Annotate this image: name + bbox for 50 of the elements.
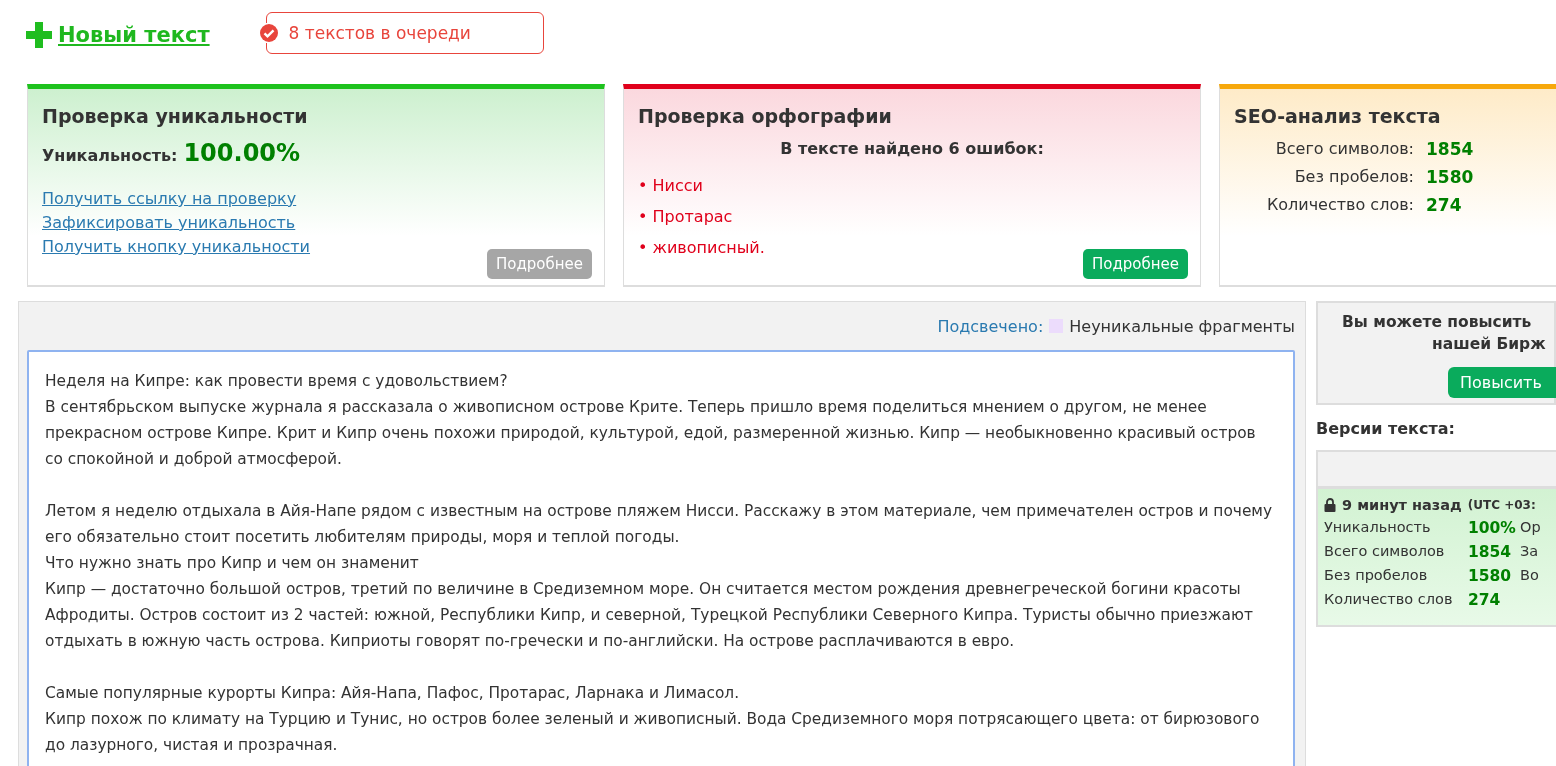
promo-text: Вы можете повысить	[1342, 312, 1532, 333]
stat-value: 1580	[1468, 567, 1513, 585]
stat-label: Всего символов	[1324, 543, 1446, 561]
text-paragraph: Летом я неделю отдыхала в Айя-Напе рядом с известным на острове пляжем Нисси. Расскажу в этом материале, чем примечателен остров и почему его обязательно стоит посетить любителям природы, моря и теплой погоды.	[45, 501, 1274, 548]
stat-value: 274	[1426, 195, 1463, 215]
error-summary: В тексте найдено 6 ошибок:	[779, 139, 1045, 158]
versions-title: Версии текста:	[1316, 419, 1456, 438]
version-time: 9 минут назад	[1342, 497, 1462, 513]
queue-text: 8 текстов в очереди	[288, 23, 471, 43]
details-button[interactable]: Подробнее	[1082, 249, 1188, 279]
stat-value: 100%	[1468, 519, 1517, 537]
version-entry[interactable]: 9 минут назад (UTC +03: Уникальность 100% Ор Всего символов 1854 За Без пробелов 1580 Во Количество слов 274	[1318, 489, 1556, 625]
card-title: Проверка орфографии	[638, 105, 893, 127]
stat-label: Без пробелов:	[1293, 167, 1414, 187]
stat-value: 274	[1468, 591, 1502, 609]
spelling-error[interactable]: • Протарас	[638, 201, 733, 232]
text-paragraph: Кипр — достаточно большой остров, третий по величине в Средиземном море. Он считается местом рождения древнегреческой богини красоты Афродиты. Остров состоит из 2 частей: южной, Республики Кипр, и северной, Турецкой Республики Северного Кипра. Туристы обычно приезжают отдыхать в южную часть острова. Киприоты говорят по-гречески и по-английски. На острове расплачиваются в евро.	[45, 579, 1254, 652]
stat-value: 1580	[1426, 167, 1475, 187]
action-link[interactable]: Зафиксировать уникальность	[42, 211, 296, 235]
stat-value: 1854	[1468, 543, 1513, 561]
stat-label: За	[1520, 543, 1540, 561]
uniqueness-label: Уникальность:	[42, 146, 178, 165]
timezone-text: (UTC +03:	[1467, 498, 1536, 512]
plus-icon	[24, 20, 54, 50]
text-paragraph: В сентябрьском выпуске журнала я рассказала о живописном острове Крите. Теперь пришло время поделиться мнением о другом, не менее прекрасном острове Кипре. Крит и Кипр очень похожи природой, культурой, едой, размеренной жизнью. Кипр — необыкновенно красивый остров со спокойной и доброй атмосферой.	[45, 397, 1257, 470]
stat-label: Количество слов	[1324, 591, 1454, 609]
stat-label: Ор	[1520, 519, 1542, 537]
stat-label: Количество слов:	[1265, 195, 1414, 215]
card-title: SEO-анализ текста	[1234, 105, 1442, 127]
text-paragraph: Неделя на Кипре: как провести время с удовольствием?	[45, 371, 509, 392]
legend-label: Подсвечено:	[937, 316, 1044, 336]
uniqueness-value: 100.00%	[183, 139, 301, 167]
stat-value: 1854	[1426, 139, 1475, 159]
new-text-link[interactable]: Новый текст	[58, 23, 210, 47]
stat-label: Всего символов:	[1274, 139, 1414, 159]
text-paragraph: Кипр похож по климату на Турцию и Тунис, но остров более зеленый и живописный. Вода Средиземного моря потрясающего цвета: от бирюзового до лазурного, чистая и прозрачная.	[45, 709, 1261, 756]
stat-label: Без пробелов	[1324, 567, 1429, 585]
action-link[interactable]: Получить ссылку на проверку	[42, 187, 297, 211]
raise-button[interactable]: Повысить	[1448, 367, 1556, 398]
spelling-error[interactable]: • живописный.	[638, 232, 765, 263]
card-title: Проверка уникальности	[42, 105, 309, 127]
legend-text: Неуникальные фрагменты	[1069, 316, 1295, 336]
text-editor[interactable]	[27, 350, 1295, 766]
text-paragraph: Самые популярные курорты Кипра: Айя-Напа, Пафос, Протарас, Ларнака и Лимасол.	[45, 683, 741, 704]
stat-label: Уникальность	[1324, 519, 1432, 537]
text-paragraph: Что нужно знать про Кипр и чем он знаменит	[45, 553, 420, 574]
promo-text: нашей Бирж	[1432, 334, 1546, 355]
spelling-error[interactable]: • Нисси	[638, 170, 703, 201]
stat-label: Во	[1520, 567, 1540, 585]
action-link[interactable]: Получить кнопку уникальности	[42, 235, 310, 259]
